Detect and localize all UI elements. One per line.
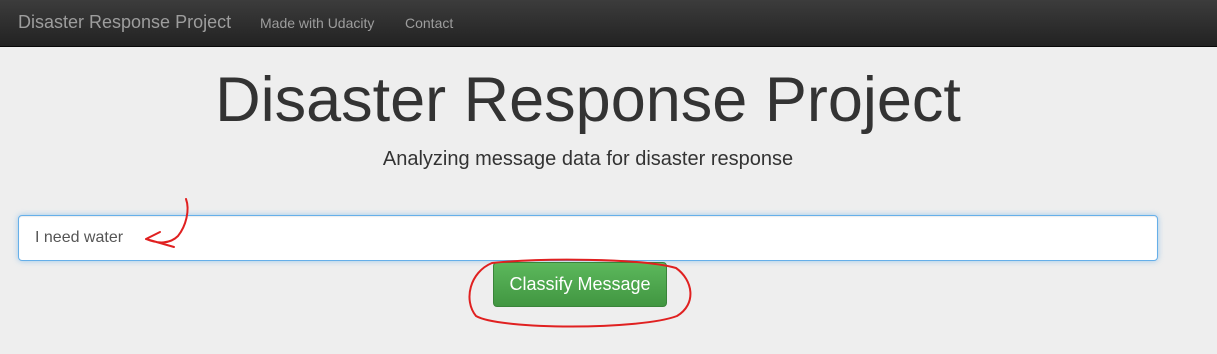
message-input[interactable] (18, 215, 1158, 261)
nav-link-contact[interactable]: Contact (405, 15, 453, 31)
top-navbar: Disaster Response Project Made with Udac… (0, 0, 1217, 47)
page-subtitle: Analyzing message data for disaster resp… (382, 148, 794, 170)
nav-link-udacity[interactable]: Made with Udacity (260, 15, 374, 31)
page-title: Disaster Response Project (215, 65, 961, 135)
navbar-brand[interactable]: Disaster Response Project (18, 12, 231, 33)
classify-message-button[interactable]: Classify Message (493, 262, 667, 307)
